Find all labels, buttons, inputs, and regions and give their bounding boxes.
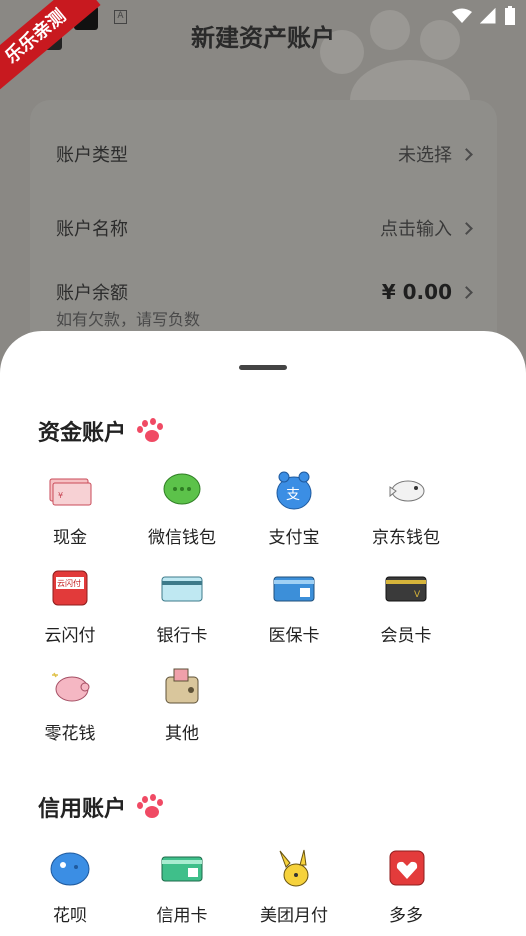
- sheet-drag-handle[interactable]: [239, 365, 287, 370]
- option-label: 美团月付: [260, 906, 328, 926]
- account-option-credit-card[interactable]: 信用卡: [126, 849, 238, 936]
- section-title-credit: 信用账户: [38, 791, 164, 823]
- option-label: 银行卡: [156, 626, 208, 646]
- wechat-icon: [163, 473, 201, 505]
- account-name-value: 点击输入: [380, 219, 452, 240]
- account-option-jd[interactable]: 京东钱包: [350, 471, 462, 561]
- option-label: 花呗: [53, 906, 87, 926]
- page-title: 新建资产账户: [191, 24, 335, 52]
- account-option-medical-card[interactable]: 医保卡: [238, 569, 350, 659]
- option-label: 会员卡: [380, 626, 432, 646]
- account-option-wechat[interactable]: 微信钱包: [126, 471, 238, 561]
- alipay-icon: 支: [276, 471, 312, 510]
- option-label: 云闪付: [44, 626, 96, 646]
- chevron-right-icon: [460, 147, 473, 161]
- cash-icon: ¥: [49, 478, 92, 506]
- unionpay-icon: 云闪付: [52, 570, 88, 606]
- account-balance-hint: 如有欠款，请写负数: [56, 310, 201, 329]
- section-title-funds: 资金账户: [38, 415, 164, 447]
- account-option-huabei[interactable]: 花呗: [14, 849, 126, 936]
- option-label: 京东钱包: [372, 528, 440, 548]
- option-label: 支付宝: [268, 528, 320, 548]
- account-option-cash[interactable]: ¥ 现金: [14, 471, 126, 561]
- account-option-bank-card[interactable]: 银行卡: [126, 569, 238, 659]
- svg-text:支: 支: [286, 487, 300, 503]
- svg-text:云闪付: 云闪付: [57, 578, 81, 588]
- account-option-member-card[interactable]: V 会员卡: [350, 569, 462, 659]
- account-option-alipay[interactable]: 支 支付宝: [238, 471, 350, 561]
- option-label: 其他: [165, 724, 199, 744]
- piggy-bank-icon: [52, 672, 90, 702]
- account-option-other[interactable]: 其他: [126, 667, 238, 757]
- section-title-text: 信用账户: [38, 797, 127, 822]
- medical-card-icon: [273, 576, 315, 602]
- option-label: 医保卡: [268, 626, 320, 646]
- chevron-right-icon: [460, 221, 473, 235]
- option-label: 现金: [53, 528, 87, 548]
- section-title-text: 资金账户: [38, 421, 127, 446]
- account-option-meituan[interactable]: 美团月付: [238, 849, 350, 936]
- bank-card-icon: [161, 576, 203, 602]
- option-label: 零花钱: [44, 724, 96, 744]
- credit-card-icon: [161, 856, 203, 882]
- member-card-icon: V: [385, 576, 427, 602]
- account-option-pdd[interactable]: 多多: [350, 849, 462, 936]
- option-label: 信用卡: [156, 906, 208, 926]
- account-type-sheet: 资金账户 ¥ 现金 微信钱包 支 支付宝 京东钱包 云闪付 云闪付 银行卡 医保…: [0, 331, 526, 936]
- svg-text:¥: ¥: [58, 491, 63, 500]
- account-option-piggy-bank[interactable]: 零花钱: [14, 667, 126, 757]
- account-name-row[interactable]: 账户名称 点击输入: [56, 208, 473, 248]
- account-option-unionpay[interactable]: 云闪付 云闪付: [14, 569, 126, 659]
- chevron-right-icon: [460, 285, 473, 299]
- meituan-icon: [279, 849, 309, 887]
- account-balance-value: ¥ 0.00: [381, 280, 452, 304]
- account-balance-label: 账户余额: [56, 283, 128, 304]
- paw-icon: [136, 794, 164, 820]
- wallet-icon: [165, 668, 199, 704]
- huabei-icon: [50, 852, 90, 886]
- account-form: 账户类型 未选择 账户名称 点击输入 账户余额 ¥ 0.00 如有欠款，请写负数: [30, 100, 497, 360]
- option-label: 多多: [389, 906, 423, 926]
- jd-icon: [389, 480, 425, 502]
- account-name-label: 账户名称: [56, 219, 128, 240]
- account-type-label: 账户类型: [56, 145, 128, 166]
- option-label: 微信钱包: [148, 528, 216, 548]
- account-type-value: 未选择: [398, 145, 452, 166]
- svg-text:V: V: [414, 590, 421, 600]
- paw-icon: [136, 418, 164, 444]
- account-type-row[interactable]: 账户类型 未选择: [56, 134, 473, 174]
- pdd-icon: [389, 850, 425, 886]
